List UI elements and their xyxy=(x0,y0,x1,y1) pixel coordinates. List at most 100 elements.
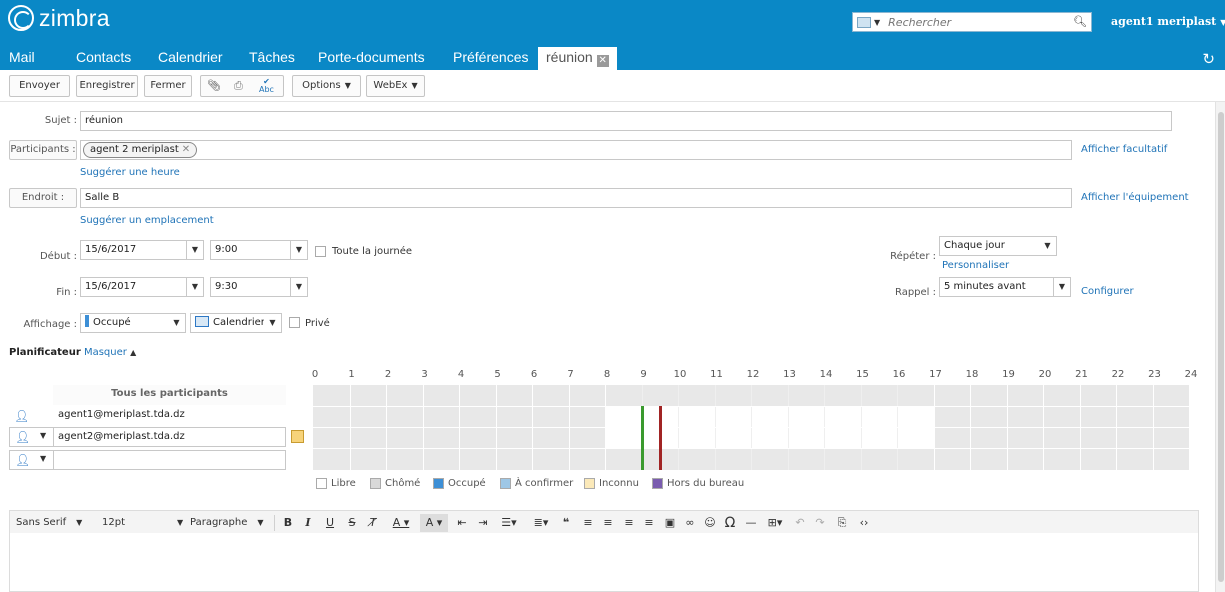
close-icon[interactable]: ✕ xyxy=(596,55,609,67)
attach-icon[interactable]: 📎︎ xyxy=(207,76,221,96)
message-body-editor[interactable] xyxy=(9,533,1199,592)
blockquote-icon[interactable]: ❝ xyxy=(558,514,574,532)
zimbra-logo[interactable]: zimbra xyxy=(8,4,110,32)
legend-swatch xyxy=(433,478,444,489)
chevron-down-icon[interactable]: ▼ xyxy=(290,241,307,259)
underline-icon[interactable]: U xyxy=(322,514,338,532)
tab-reunion[interactable]: réunion ✕ xyxy=(538,47,617,70)
image-icon[interactable]: ▣ xyxy=(662,514,678,532)
redo-icon[interactable]: ↷ xyxy=(812,514,828,532)
location-input[interactable]: Salle B xyxy=(80,188,1072,208)
print-icon[interactable]: ⎙ xyxy=(234,76,243,96)
private-checkbox[interactable] xyxy=(289,317,300,328)
bullet-list-icon[interactable]: ☰▾ xyxy=(496,514,522,532)
align-left-icon[interactable]: ≡ xyxy=(580,514,596,532)
attendee-input[interactable]: agent2@meriplast.tda.dz xyxy=(53,427,286,447)
search-input[interactable] xyxy=(884,13,1045,31)
special-char-icon[interactable]: Ω xyxy=(722,514,738,532)
undo-icon[interactable]: ↶ xyxy=(792,514,808,532)
block-format-value: Paragraphe xyxy=(190,517,248,528)
chevron-down-icon[interactable]: ▼ xyxy=(186,278,203,296)
show-optional-link[interactable]: Afficher facultatif xyxy=(1081,144,1167,155)
configure-link[interactable]: Configurer xyxy=(1081,286,1134,297)
tab-briefcase[interactable]: Porte-documents xyxy=(318,47,425,70)
subject-input[interactable]: réunion xyxy=(80,111,1172,131)
start-time-picker[interactable]: 9:00 ▼ xyxy=(210,240,308,260)
hour-label: 12 xyxy=(746,369,760,380)
chevron-down-icon[interactable]: ▼ xyxy=(186,241,203,259)
block-format-dropdown[interactable]: Paragraphe ▼ xyxy=(190,514,264,532)
customize-link[interactable]: Personnaliser xyxy=(942,260,1009,271)
send-button[interactable]: Envoyer xyxy=(9,75,70,97)
all-day-checkbox[interactable] xyxy=(315,246,326,257)
end-time-picker[interactable]: 9:30 ▼ xyxy=(210,277,308,297)
scrollbar-thumb[interactable] xyxy=(1218,112,1224,582)
repeat-dropdown[interactable]: Chaque jour ▼ xyxy=(939,236,1057,256)
suggest-location-link[interactable]: Suggérer un emplacement xyxy=(80,215,214,226)
person-icon: 👤︎ xyxy=(14,409,30,423)
show-equipment-link[interactable]: Afficher l'équipement xyxy=(1081,192,1189,203)
horizontal-rule-icon[interactable]: — xyxy=(742,514,760,532)
webex-dropdown[interactable]: WebEx ▼ xyxy=(366,75,425,97)
participants-button[interactable]: Participants : xyxy=(9,140,77,160)
spellcheck-icon[interactable]: ✔ Abc xyxy=(259,78,274,94)
tab-calendar[interactable]: Calendrier xyxy=(158,47,223,70)
suggest-time-link[interactable]: Suggérer une heure xyxy=(80,167,180,178)
clear-format-icon[interactable]: T̸ xyxy=(365,514,381,532)
hour-label: 14 xyxy=(819,369,833,380)
bold-icon[interactable]: B xyxy=(280,514,296,532)
align-center-icon[interactable]: ≡ xyxy=(600,514,616,532)
font-size-dropdown[interactable]: 12pt ▼ xyxy=(102,514,183,532)
paste-icon[interactable]: ⎘ xyxy=(834,514,850,532)
tab-tasks[interactable]: Tâches xyxy=(249,47,295,70)
chevron-down-icon[interactable]: ▼ xyxy=(1053,278,1070,296)
attendee-type-dropdown[interactable]: 👤︎ ▼ xyxy=(9,450,53,470)
participants-input[interactable] xyxy=(80,140,1072,160)
hour-label: 4 xyxy=(457,369,465,380)
location-button[interactable]: Endroit : xyxy=(9,188,77,208)
participant-chip[interactable]: agent 2 meriplast ✕ xyxy=(83,142,198,158)
tab-contacts[interactable]: Contacts xyxy=(76,47,131,70)
search-icon[interactable]: 🔍︎ xyxy=(1073,15,1087,28)
search-scope-dropdown[interactable]: ▼ xyxy=(853,13,884,31)
save-button[interactable]: Enregistrer xyxy=(76,75,138,97)
display-status-dropdown[interactable]: Occupé ▼ xyxy=(80,313,186,333)
meeting-end-line[interactable] xyxy=(658,406,662,470)
tab-preferences[interactable]: Préférences xyxy=(453,47,528,70)
vertical-scrollbar[interactable] xyxy=(1215,102,1225,592)
outdent-icon[interactable]: ⇤ xyxy=(454,514,470,532)
repeat-value: Chaque jour xyxy=(944,240,1005,251)
strikethrough-icon[interactable]: S xyxy=(344,514,360,532)
text-color-icon[interactable]: A ▾ xyxy=(387,514,415,532)
hide-scheduler-link[interactable]: Masquer ▲ xyxy=(84,347,136,358)
options-dropdown[interactable]: Options ▼ xyxy=(292,75,361,97)
hour-label: 3 xyxy=(421,369,428,380)
tab-mail[interactable]: Mail xyxy=(9,47,35,70)
attendee-type-dropdown[interactable]: 👤︎ ▼ xyxy=(9,427,53,447)
remove-icon[interactable]: ✕ xyxy=(182,144,190,155)
legend-item: Libre xyxy=(316,478,356,489)
align-right-icon[interactable]: ≡ xyxy=(621,514,637,532)
reminder-dropdown[interactable]: 5 minutes avant ▼ xyxy=(939,277,1071,297)
new-attendee-input[interactable] xyxy=(53,450,286,470)
calendar-dropdown[interactable]: Calendrier ▼ xyxy=(190,313,282,333)
emoticon-icon[interactable]: ☺ xyxy=(702,514,718,532)
close-button[interactable]: Fermer xyxy=(144,75,192,97)
table-icon[interactable]: ⊞▾ xyxy=(762,514,788,532)
source-code-icon[interactable]: ‹› xyxy=(855,514,873,532)
refresh-icon[interactable]: ↻ xyxy=(1202,50,1215,68)
numbered-list-icon[interactable]: ≣▾ xyxy=(528,514,554,532)
align-justify-icon[interactable]: ≡ xyxy=(641,514,657,532)
end-date-picker[interactable]: 15/6/2017 ▼ xyxy=(80,277,204,297)
user-menu[interactable]: agent1 meriplast ▼ xyxy=(1111,15,1225,28)
link-icon[interactable]: ∞ xyxy=(682,514,698,532)
indent-icon[interactable]: ⇥ xyxy=(475,514,491,532)
chevron-down-icon[interactable]: ▼ xyxy=(290,278,307,296)
background-color-icon[interactable]: A ▾ xyxy=(420,514,448,532)
font-size-value: 12pt xyxy=(102,517,125,528)
font-family-dropdown[interactable]: Sans Serif ▼ xyxy=(16,514,82,532)
italic-icon[interactable]: I xyxy=(300,514,316,532)
meeting-start-line[interactable] xyxy=(640,406,644,470)
start-date-picker[interactable]: 15/6/2017 ▼ xyxy=(80,240,204,260)
hour-label: 16 xyxy=(892,369,906,380)
